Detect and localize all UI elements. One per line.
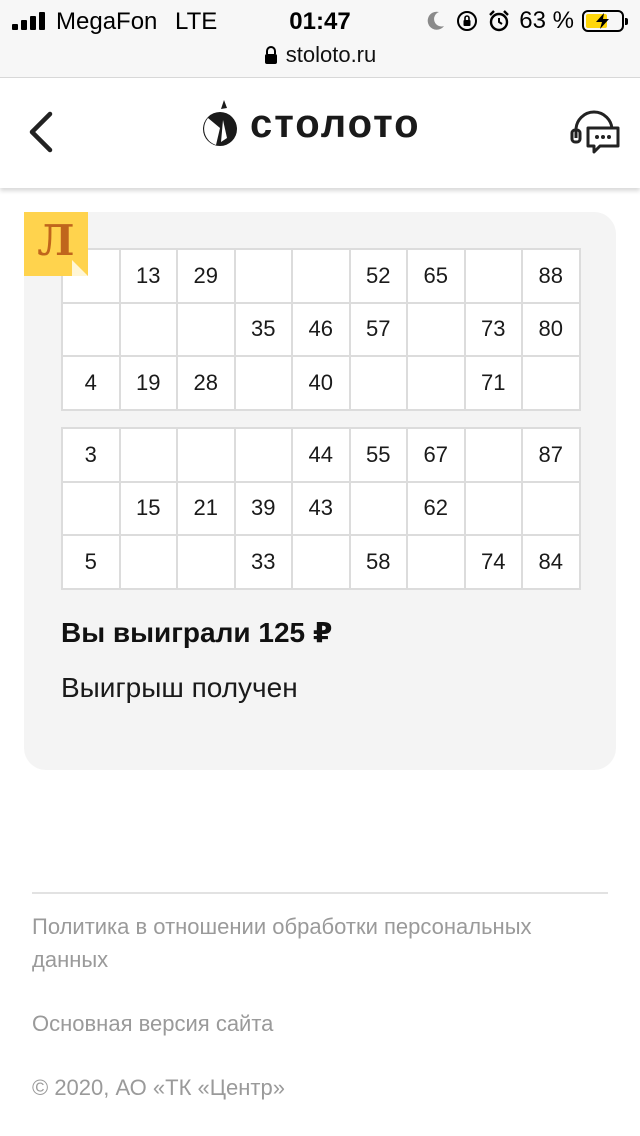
ticket-number-cell: 29 (176, 248, 236, 304)
ticket-number-cell: 88 (521, 248, 581, 304)
battery-charging-icon (582, 10, 628, 32)
stoloto-logo[interactable]: столото (200, 98, 421, 150)
ticket-number-cell: 19 (118, 355, 178, 411)
ticket-number-cell (463, 248, 523, 304)
ticket-number-cell: 87 (521, 427, 581, 483)
ticket-number-cell: 67 (406, 427, 466, 483)
ticket-number-cell (406, 534, 466, 590)
status-bar: MegaFon LTE 01:47 63 % (0, 0, 640, 42)
copyright-text: © 2020, АО «ТК «Центр» (32, 1075, 285, 1100)
ticket-row: 3 44 55 67 87 (61, 427, 581, 483)
ticket-number-cell: 65 (406, 248, 466, 304)
ticket-number-cell: 39 (233, 480, 293, 536)
ticket-number-cell: 57 (348, 301, 408, 357)
ticket-number-cell: 15 (118, 480, 178, 536)
ticket-number-cell (233, 427, 293, 483)
support-chat-icon[interactable] (570, 108, 622, 156)
ticket-number-cell: 46 (291, 301, 351, 357)
app-header: столото (0, 78, 640, 188)
ticket-number-cell (521, 355, 581, 411)
ticket-number-cell: 28 (176, 355, 236, 411)
ticket-number-cell (118, 301, 178, 357)
ticket-number-cell (176, 301, 236, 357)
ticket-field-1: 13 29 52 65 88 35 46 57 73 80 4 19 28 40 71 (61, 248, 581, 411)
ticket-number-cell: 33 (233, 534, 293, 590)
ticket-number-cell: 35 (233, 301, 293, 357)
ticket-badge: Л (24, 212, 88, 276)
ticket-number-cell (291, 534, 351, 590)
ticket-number-cell: 62 (406, 480, 466, 536)
ticket-row: 35 46 57 73 80 (61, 301, 581, 357)
moon-icon (428, 11, 445, 30)
ticket-number-cell: 5 (61, 534, 121, 590)
win-amount-title: Вы выиграли 125 ₽ (61, 617, 333, 648)
ticket-number-cell (406, 301, 466, 357)
ticket-number-cell: 84 (521, 534, 581, 590)
ticket-number-cell (348, 480, 408, 536)
ticket-number-cell: 58 (348, 534, 408, 590)
ticket-card[interactable]: Л 13 29 52 65 88 35 46 57 73 80 4 19 28 40 71 3 44 55 67 8… (24, 212, 616, 770)
stoloto-logo-icon (203, 100, 237, 146)
ticket-badge-letter: Л (37, 216, 75, 265)
ticket-number-cell: 71 (463, 355, 523, 411)
ticket-row: 13 29 52 65 88 (61, 248, 581, 304)
ticket-number-cell (521, 480, 581, 536)
ticket-number-cell: 4 (61, 355, 121, 411)
ticket-number-cell (463, 480, 523, 536)
rotation-lock-icon (457, 11, 478, 31)
ticket-number-cell: 3 (61, 427, 121, 483)
footer-divider (32, 892, 608, 894)
ticket-number-cell: 21 (176, 480, 236, 536)
ticket-row: 5 33 58 74 84 (61, 534, 581, 590)
ticket-number-cell: 13 (118, 248, 178, 304)
ticket-number-cell (61, 301, 121, 357)
main-version-link[interactable]: Основная версия сайта (32, 1007, 612, 1040)
ticket-number-cell (463, 427, 523, 483)
battery-percent: 63 % (519, 7, 574, 34)
ticket-number-cell: 44 (291, 427, 351, 483)
ticket-row: 4 19 28 40 71 (61, 355, 581, 411)
logo-text: столото (250, 101, 421, 146)
ticket-number-cell: 43 (291, 480, 351, 536)
ticket-number-cell: 80 (521, 301, 581, 357)
ticket-number-cell (176, 534, 236, 590)
ticket-number-cell (406, 355, 466, 411)
ticket-number-cell: 52 (348, 248, 408, 304)
win-status: Выигрыш получен (61, 672, 298, 703)
lock-icon (264, 46, 277, 64)
ticket-row: 15 21 39 43 62 (61, 480, 581, 536)
status-icons: 63 % (423, 6, 628, 36)
ticket-number-cell: 55 (348, 427, 408, 483)
alarm-icon (489, 10, 510, 32)
url-text: stoloto.ru (285, 42, 377, 67)
ticket-number-cell: 74 (463, 534, 523, 590)
ticket-number-cell (118, 427, 178, 483)
ticket-number-cell: 40 (291, 355, 351, 411)
privacy-policy-link[interactable]: Политика в отношении обработки персональ… (32, 910, 612, 976)
chevron-left-icon[interactable] (22, 110, 62, 154)
ticket-number-cell (118, 534, 178, 590)
ticket-number-cell (61, 480, 121, 536)
ticket-number-cell (291, 248, 351, 304)
ticket-field-2: 3 44 55 67 87 15 21 39 43 62 5 33 58 74 84 (61, 427, 581, 590)
browser-url-bar[interactable]: stoloto.ru (0, 42, 640, 78)
ticket-number-cell (233, 355, 293, 411)
ticket-number-cell: 73 (463, 301, 523, 357)
ticket-number-cell (348, 355, 408, 411)
ticket-number-cell (233, 248, 293, 304)
ticket-number-cell (176, 427, 236, 483)
